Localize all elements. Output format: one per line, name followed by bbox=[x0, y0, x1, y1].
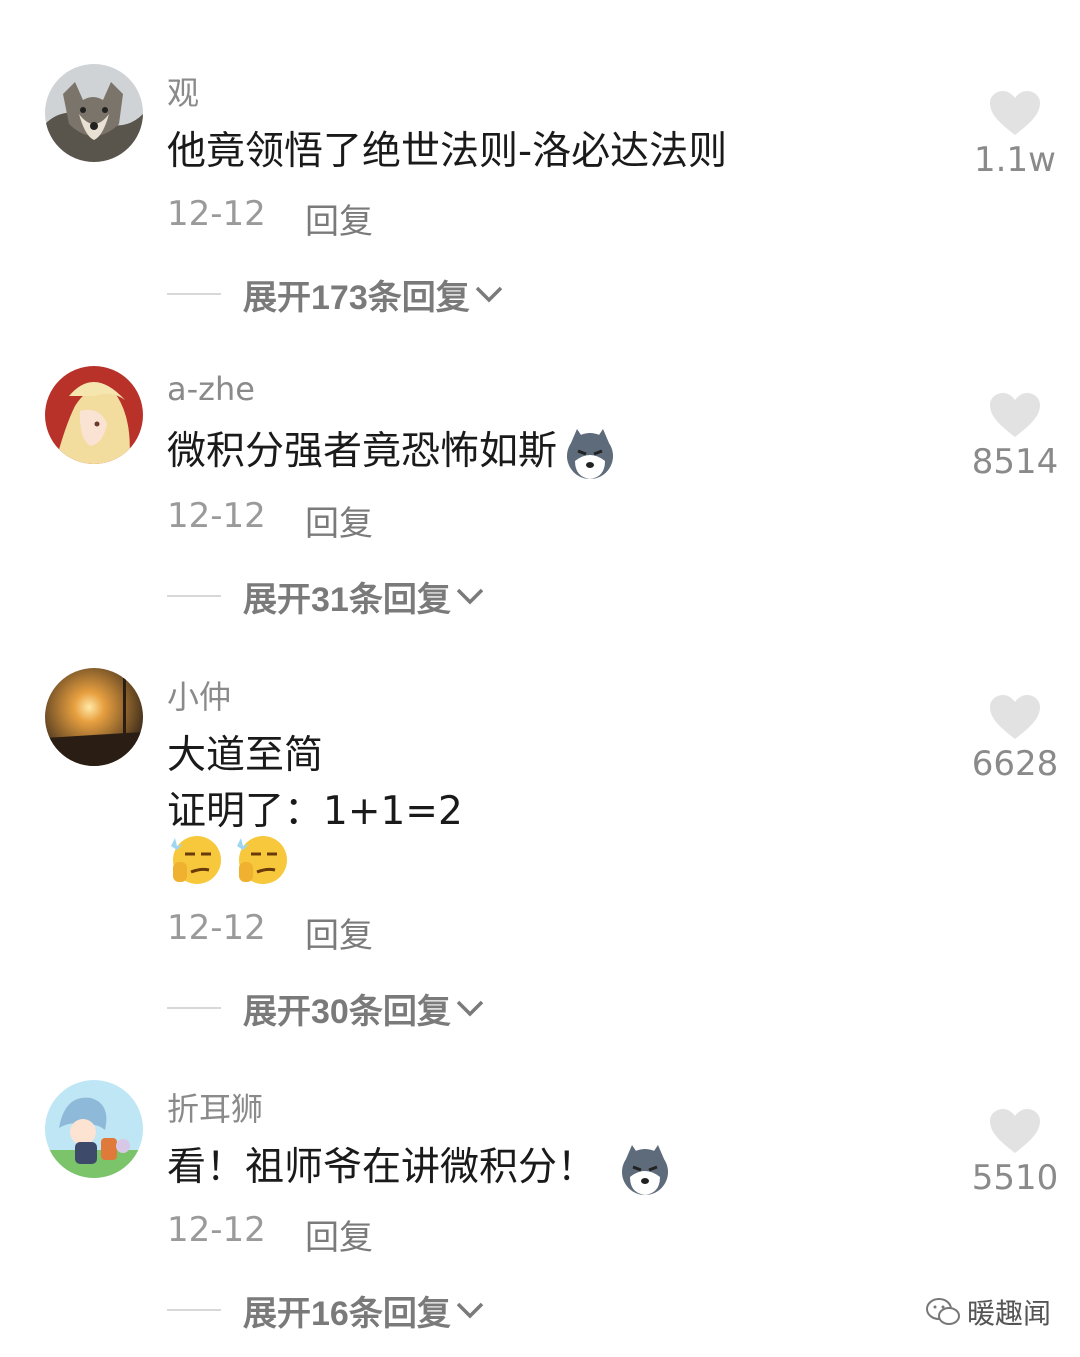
expand-prefix: 展开 bbox=[243, 1293, 311, 1334]
like-button[interactable]: 5510 bbox=[960, 1108, 1070, 1198]
comment-item: 折耳狮 看！祖师爷在讲微积分！ 12-12 回复 5510 展开16条回复 bbox=[0, 0, 1080, 1357]
reply-count: 16 bbox=[311, 1294, 349, 1333]
expand-replies-button[interactable]: 展开16条回复 bbox=[167, 1288, 485, 1334]
like-count: 5510 bbox=[971, 1158, 1059, 1198]
watermark-text: 暖趣闻 bbox=[967, 1297, 1052, 1330]
username[interactable]: 折耳狮 bbox=[167, 1084, 263, 1130]
avatar[interactable] bbox=[45, 1080, 143, 1178]
expand-suffix: 条回复 bbox=[348, 1293, 451, 1334]
reply-button[interactable]: 回复 bbox=[305, 1210, 373, 1259]
wechat-icon bbox=[926, 1298, 960, 1325]
comment-text: 看！祖师爷在讲微积分！ bbox=[167, 1136, 672, 1197]
comment-date: 12-12 bbox=[167, 1210, 266, 1250]
divider bbox=[167, 1309, 221, 1311]
heart-icon bbox=[990, 1109, 1040, 1153]
comment-text-content: 看！祖师爷在讲微积分！ bbox=[167, 1145, 597, 1190]
husky-emoji-icon bbox=[622, 1144, 669, 1195]
watermark: 暖趣闻 bbox=[925, 1292, 1051, 1332]
chevron-down-icon bbox=[456, 1302, 484, 1319]
